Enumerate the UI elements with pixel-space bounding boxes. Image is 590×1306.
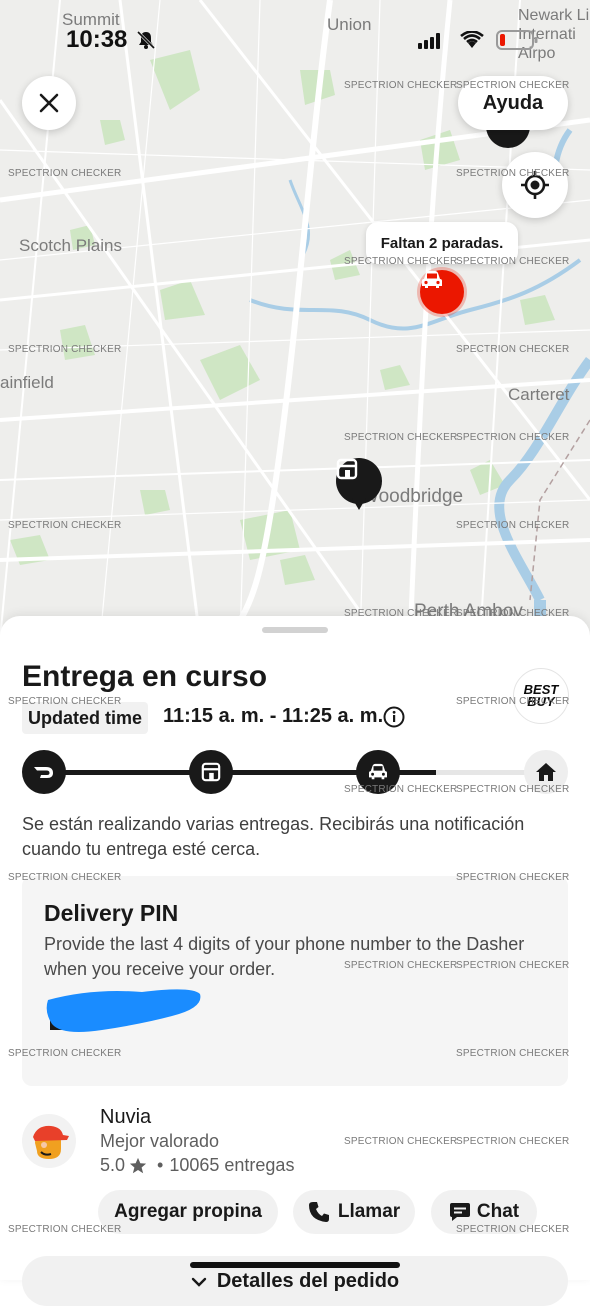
chevron-down-icon [191, 1277, 207, 1287]
dasher-top-rated-badge: Mejor valorado [100, 1131, 220, 1151]
sheet-drag-handle[interactable] [262, 627, 328, 633]
dasher-delivery-count: 10065 entregas [169, 1155, 295, 1175]
store-pin-tail [352, 498, 366, 510]
dasher-avatar [22, 1114, 76, 1168]
star-icon [129, 1157, 147, 1173]
car-icon [422, 271, 442, 288]
multiple-deliveries-notice: Se están realizando varias entregas. Rec… [22, 814, 525, 859]
chat-button-label: Chat [476, 1201, 520, 1222]
delivery-pin-card: Delivery PIN Provide the last 4 digits o… [22, 876, 568, 1086]
redacted-pin-scribble [46, 989, 201, 1032]
delivery-progress-tracker [22, 750, 568, 794]
home-icon [536, 763, 556, 781]
store-icon [201, 762, 221, 782]
home-indicator[interactable] [190, 1262, 400, 1268]
battery-low-icon [496, 30, 538, 50]
call-button-label: Llamar [337, 1201, 401, 1222]
crosshair-location-icon [521, 171, 549, 199]
help-button[interactable]: Ayuda [458, 76, 568, 130]
delivery-pin-description: Provide the last 4 digits of your phone … [44, 934, 525, 979]
info-icon[interactable] [383, 706, 405, 728]
eta-time-range: 11:15 a. m. - 11:25 a. m. [163, 705, 384, 727]
progress-step-home [524, 750, 568, 794]
status-bar: 10:38 [0, 0, 590, 60]
chat-button[interactable]: Chat [431, 1190, 537, 1234]
car-icon [369, 763, 387, 780]
stops-remaining-callout: Faltan 2 paradas. [366, 222, 518, 264]
close-icon [39, 93, 59, 113]
map-label-scotch-plains: Scotch Plains [19, 236, 122, 255]
progress-step-store [189, 750, 233, 794]
store-icon [336, 458, 358, 480]
dasher-rating: 5.0 [100, 1155, 126, 1175]
call-button[interactable]: Llamar [293, 1190, 415, 1234]
recenter-location-button[interactable] [502, 152, 568, 218]
dasher-stats: 5.0 • 10065 entregas [100, 1155, 294, 1176]
order-details-label: Detalles del pedido [216, 1270, 400, 1292]
status-time: 10:38 [66, 26, 128, 53]
doordash-logo-icon [34, 767, 53, 778]
wifi-icon [460, 31, 484, 48]
merchant-logo-line-2: BUY [527, 694, 555, 709]
progress-step-en-route [356, 750, 400, 794]
dasher-avatar-icon [33, 1125, 69, 1159]
map-label-carteret: Carteret [508, 385, 570, 404]
bell-muted-icon [136, 30, 156, 50]
map-label-plainfield: ainfield [0, 373, 54, 392]
merchant-logo: BEST BUY [513, 668, 569, 724]
delivery-status-title: Entrega en curso [22, 660, 268, 693]
updated-time-chip: Updated time [22, 702, 149, 734]
phone-icon [308, 1202, 329, 1222]
dasher-car-pin[interactable] [420, 270, 464, 314]
close-button[interactable] [22, 76, 76, 130]
chat-bubble-icon [449, 1203, 470, 1221]
dasher-name: Nuvia [100, 1106, 152, 1128]
add-tip-button[interactable]: Agregar propina [98, 1190, 278, 1234]
stats-separator: • [157, 1155, 164, 1175]
progress-step-dasher [22, 750, 66, 794]
delivery-pin-title: Delivery PIN [44, 900, 179, 926]
cellular-signal-icon [418, 33, 440, 49]
